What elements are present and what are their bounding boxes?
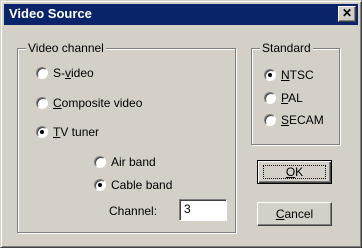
radio-circle[interactable] <box>36 67 48 79</box>
cancel-button-label: Cancel <box>275 207 314 221</box>
radio-ntsc-label: NTSC <box>281 68 314 82</box>
ok-button[interactable]: OK <box>257 160 332 184</box>
close-button[interactable]: ✕ <box>338 6 356 22</box>
channel-input-value: 3 <box>184 202 191 216</box>
video-channel-group: Video channel S-video Composite video TV… <box>17 41 236 233</box>
ok-button-label: OK <box>285 165 304 179</box>
standard-group: Standard NTSC PAL SECAM <box>251 41 340 145</box>
radio-s-video-label: S-video <box>53 66 94 80</box>
radio-pal-label: PAL <box>281 91 303 105</box>
radio-circle[interactable] <box>264 69 276 81</box>
radio-circle[interactable] <box>264 92 276 104</box>
radio-circle[interactable] <box>94 156 106 168</box>
radio-air-band-label: Air band <box>111 155 156 169</box>
radio-circle[interactable] <box>36 126 48 138</box>
standard-legend: Standard <box>260 41 313 56</box>
close-icon: ✕ <box>341 6 353 20</box>
cancel-button[interactable]: Cancel <box>257 202 332 226</box>
radio-cable-band-label: Cable band <box>111 178 173 192</box>
radio-circle[interactable] <box>264 114 276 126</box>
radio-tv-tuner-label: TV tuner <box>53 125 100 139</box>
title-bar[interactable]: Video Source ✕ <box>4 4 358 25</box>
video-source-dialog: Video Source ✕ Video channel S-video Com… <box>0 0 362 248</box>
radio-circle[interactable] <box>36 97 48 109</box>
channel-label: Channel: <box>109 204 158 218</box>
radio-circle[interactable] <box>94 179 106 191</box>
radio-composite-video-label: Composite video <box>53 96 143 110</box>
radio-secam-label: SECAM <box>281 113 324 127</box>
video-channel-legend: Video channel <box>26 41 106 56</box>
channel-input[interactable]: 3 <box>179 199 227 221</box>
dialog-title: Video Source <box>9 6 92 21</box>
